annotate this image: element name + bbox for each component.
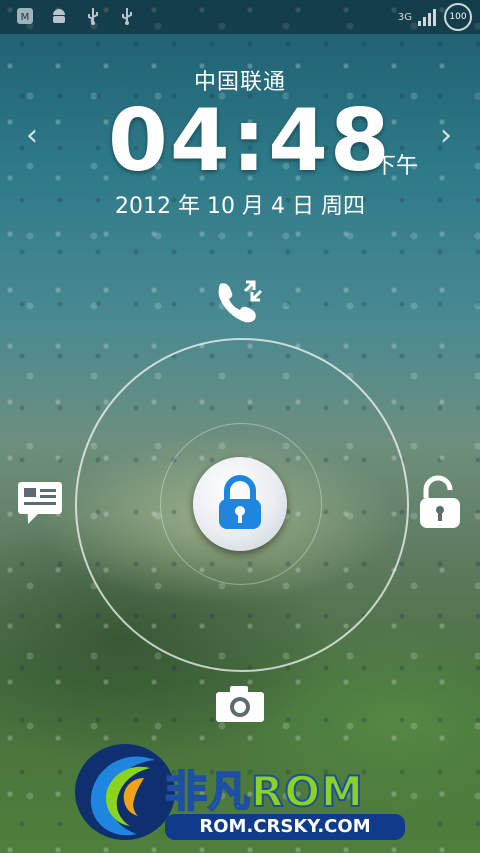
message-icon <box>18 482 62 524</box>
notification-icons: M <box>14 6 138 28</box>
network-type-label: 3G <box>397 11 412 23</box>
date-label: 2012 年 10 月 4 日 周四 <box>115 194 365 219</box>
watermark-title: 非凡ROM <box>164 758 364 819</box>
lock-handle[interactable] <box>193 457 287 551</box>
usb-icon <box>116 6 138 28</box>
unlock-target[interactable] <box>416 474 464 530</box>
watermark-title-part1: 非凡 <box>164 766 252 817</box>
system-icons: 3G 100 <box>398 3 472 31</box>
svg-text:M: M <box>21 12 30 23</box>
missed-call-target[interactable] <box>212 278 268 324</box>
chevron-left-icon[interactable]: ‹ <box>26 118 38 153</box>
watermark-title-part2: ROM <box>250 766 364 817</box>
camera-icon <box>216 686 264 722</box>
chevron-right-icon[interactable]: › <box>440 118 452 153</box>
unlock-icon <box>420 475 460 528</box>
clock-time: 04:48 <box>108 91 392 191</box>
signal-icon <box>418 8 438 26</box>
status-bar: M 3G 100 <box>0 0 480 34</box>
watermark-url: ROM.CRSKY.COM <box>165 814 405 840</box>
usb-icon <box>82 6 104 28</box>
phone-call-icon <box>218 280 263 323</box>
lock-icon <box>219 475 261 529</box>
clock-ampm: 下午 <box>374 154 419 179</box>
camera-target[interactable] <box>214 684 266 724</box>
messages-target[interactable] <box>16 478 66 528</box>
app-notification-icon: M <box>14 6 36 28</box>
battery-icon: 100 <box>444 3 472 31</box>
swirl-logo-icon <box>75 744 175 840</box>
android-debug-icon <box>48 6 70 28</box>
